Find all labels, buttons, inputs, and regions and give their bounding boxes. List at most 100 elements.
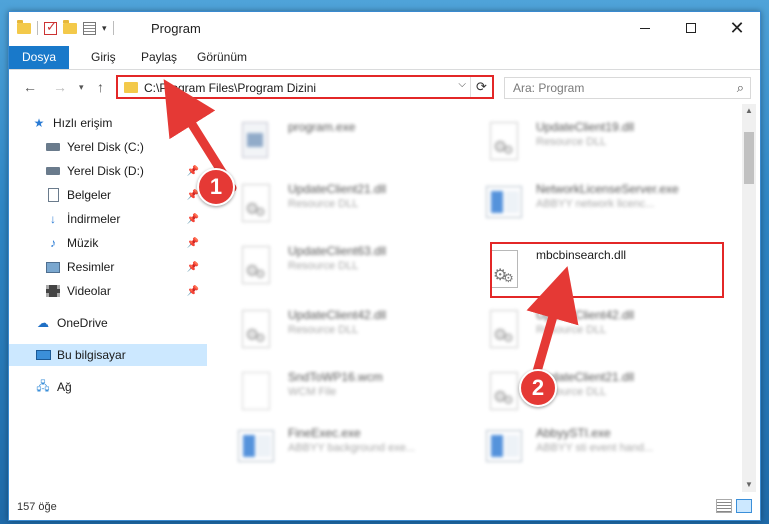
- nav-item-label: Bu bilgisayar: [57, 348, 126, 362]
- scroll-down-icon[interactable]: ▼: [742, 478, 756, 492]
- navigation-pane: ★ Hızlı erişim Yerel Disk (C:) Yerel Dis…: [9, 104, 207, 492]
- tiles-view-icon[interactable]: [736, 499, 752, 513]
- dll-icon: ⚙ ⚙: [482, 120, 522, 164]
- nav-item-videos[interactable]: Videolar 📌: [9, 280, 207, 302]
- nav-item-documents[interactable]: Belgeler 📌: [9, 184, 207, 206]
- nav-item-label: İndirmeler: [67, 212, 121, 226]
- pin-icon[interactable]: 📌: [187, 238, 199, 249]
- view-buttons: [716, 499, 752, 513]
- title-bar: ▾ Program ✕: [9, 12, 760, 46]
- file-description: Resource DLL: [288, 260, 359, 272]
- nav-item-this-pc[interactable]: Bu bilgisayar: [9, 344, 207, 366]
- nav-item-downloads[interactable]: ↓ İndirmeler 📌: [9, 208, 207, 230]
- folder-icon: [17, 19, 31, 34]
- search-placeholder: Ara: Program: [513, 81, 585, 95]
- file-name: UpdateClient63.dll: [288, 244, 387, 258]
- file-name: UpdateClient42.dll: [536, 308, 635, 322]
- item-count: 157 öğe: [17, 501, 57, 513]
- file-description: Resource DLL: [536, 136, 607, 148]
- file-item[interactable]: ⚙ ⚙ UpdateClient21.dll Resource DLL: [456, 362, 696, 420]
- nav-item-label: OneDrive: [57, 316, 108, 330]
- file-name: UpdateClient19.dll: [536, 120, 635, 134]
- file-item[interactable]: ⚙ ⚙ UpdateClient19.dll Resource DLL: [456, 112, 696, 170]
- properties-icon[interactable]: [83, 21, 96, 35]
- nav-item-quick-access[interactable]: ★ Hızlı erişim: [9, 112, 207, 134]
- explorer-window: ▾ Program ✕ Dosya Giriş Paylaş Görünüm ←…: [8, 11, 761, 521]
- address-path[interactable]: C:\Program Files\Program Dizini: [144, 81, 316, 95]
- tab-share[interactable]: Paylaş: [131, 46, 187, 69]
- exe-icon: [234, 120, 274, 164]
- pin-icon[interactable]: 📌: [187, 166, 199, 177]
- window-controls: ✕: [622, 12, 760, 44]
- file-item[interactable]: program.exe: [208, 112, 448, 170]
- tab-file[interactable]: Dosya: [9, 46, 69, 69]
- tab-home[interactable]: Giriş: [81, 46, 126, 69]
- ribbon-tabs: Dosya Giriş Paylaş Görünüm: [9, 46, 760, 70]
- pin-icon[interactable]: 📌: [187, 214, 199, 225]
- download-icon: ↓: [50, 212, 56, 226]
- file-item[interactable]: NetworkLicenseServer.exe ABBYY network l…: [456, 174, 696, 232]
- file-item[interactable]: ⚙ ⚙ UpdateClient42.dll Resource DLL: [456, 300, 696, 358]
- details-view-icon[interactable]: [716, 499, 732, 513]
- nav-item-label: Resimler: [67, 260, 115, 274]
- search-input[interactable]: Ara: Program ⌕: [504, 77, 751, 99]
- recent-locations-chevron-icon[interactable]: ▾: [79, 82, 84, 93]
- file-item[interactable]: AbbyySTI.exe ABBYY sti event hand...: [456, 418, 696, 476]
- up-arrow-icon[interactable]: ↑: [97, 79, 104, 95]
- maximize-button[interactable]: [668, 12, 714, 44]
- tab-view[interactable]: Görünüm: [187, 46, 257, 69]
- scrollbar-thumb[interactable]: [744, 132, 754, 184]
- file-name: UpdateClient21.dll: [288, 182, 387, 196]
- file-description: Resource DLL: [288, 198, 359, 210]
- refresh-icon[interactable]: ⟳: [470, 77, 492, 97]
- star-icon: ★: [33, 116, 45, 130]
- dll-icon: ⚙ ⚙: [482, 308, 522, 352]
- toolbar-divider: [37, 21, 38, 35]
- nav-item-label: Hızlı erişim: [53, 116, 113, 130]
- new-folder-icon[interactable]: [63, 19, 77, 34]
- documents-icon: [45, 188, 61, 202]
- address-bar[interactable]: C:\Program Files\Program Dizini ⌵ ⟳: [116, 75, 494, 99]
- customize-toolbar-chevron-icon[interactable]: ▾: [102, 23, 107, 34]
- pictures-icon: [45, 260, 61, 274]
- vertical-scrollbar[interactable]: ▲ ▼: [742, 104, 756, 492]
- dll-icon: ⚙ ⚙: [234, 244, 274, 288]
- address-row: ← → ▾ ↑ C:\Program Files\Program Dizini …: [9, 70, 760, 104]
- forward-arrow-icon[interactable]: →: [53, 79, 67, 95]
- file-item[interactable]: ⚙ ⚙ UpdateClient42.dll Resource DLL: [208, 300, 448, 358]
- close-button[interactable]: ✕: [714, 12, 760, 44]
- nav-item-local-disk-d[interactable]: Yerel Disk (D:) 📌: [9, 160, 207, 182]
- dll-icon: ⚙ ⚙: [234, 308, 274, 352]
- scroll-up-icon[interactable]: ▲: [742, 104, 756, 118]
- nav-item-onedrive[interactable]: ☁ OneDrive: [9, 312, 207, 334]
- file-item[interactable]: ⚙ ⚙ UpdateClient63.dll Resource DLL: [208, 236, 448, 294]
- nav-item-pictures[interactable]: Resimler 📌: [9, 256, 207, 278]
- nav-item-network[interactable]: 🖧 Ağ: [9, 376, 207, 398]
- file-item[interactable]: SndToWP16.wcm WCM File: [208, 362, 448, 420]
- close-icon: ✕: [729, 18, 745, 38]
- file-name: program.exe: [288, 120, 356, 134]
- pin-icon[interactable]: 📌: [187, 286, 199, 297]
- file-item[interactable]: ⚙ ⚙ UpdateClient21.dll Resource DLL: [208, 174, 448, 232]
- search-icon[interactable]: ⌕: [737, 80, 744, 96]
- file-description: ABBYY sti event hand...: [536, 442, 654, 454]
- address-dropdown-chevron-icon[interactable]: ⌵: [458, 79, 466, 90]
- toolbar-divider: [112, 21, 114, 35]
- dll-icon: ⚙ ⚙: [482, 370, 522, 414]
- highlight-box: [490, 242, 724, 298]
- cloud-icon: ☁: [37, 316, 49, 330]
- properties-check-icon[interactable]: [44, 19, 57, 35]
- file-name: NetworkLicenseServer.exe: [536, 182, 679, 196]
- minimize-button[interactable]: [622, 12, 668, 44]
- back-arrow-icon[interactable]: ←: [23, 79, 37, 95]
- videos-icon: [45, 284, 61, 298]
- step-badge-1: 1: [197, 168, 235, 206]
- nav-item-local-disk-c[interactable]: Yerel Disk (C:): [9, 136, 207, 158]
- folder-icon: [124, 82, 138, 93]
- pin-icon[interactable]: 📌: [187, 262, 199, 273]
- file-description: WCM File: [288, 386, 337, 398]
- nav-item-music[interactable]: ♪ Müzik 📌: [9, 232, 207, 254]
- maximize-icon: [686, 23, 696, 33]
- quick-access-toolbar: ▾: [17, 19, 114, 35]
- file-item[interactable]: FineExec.exe ABBYY background exe...: [208, 418, 448, 476]
